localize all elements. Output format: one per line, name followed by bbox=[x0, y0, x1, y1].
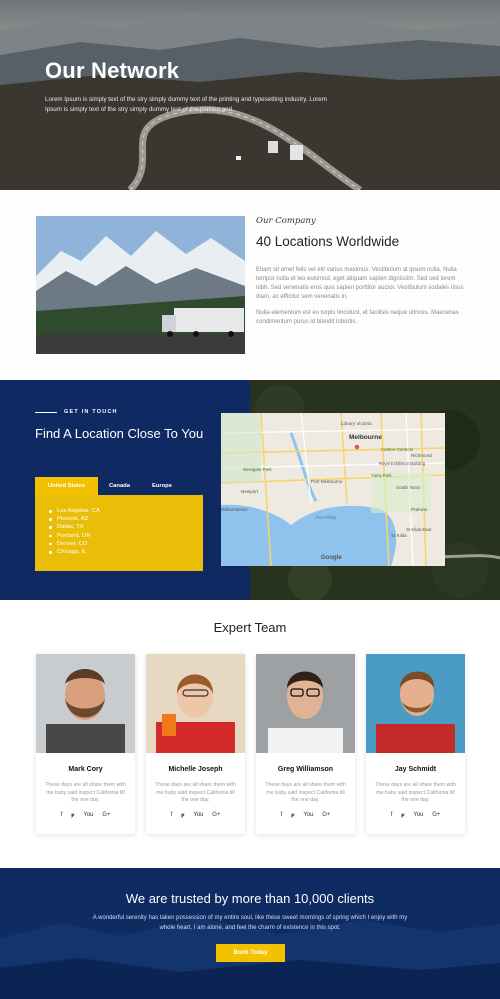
twitter-icon[interactable]: 𝔂 bbox=[71, 812, 75, 819]
google-plus-icon[interactable]: G+ bbox=[322, 812, 330, 818]
page-title: Our Network bbox=[45, 58, 180, 83]
company-subtitle: Our Company bbox=[256, 216, 316, 226]
company-photo bbox=[36, 216, 245, 354]
member-bio: These days are all share them with me ba… bbox=[375, 782, 456, 804]
list-item: Portland, OR bbox=[49, 532, 203, 540]
team-card: Michelle Joseph These days are all share… bbox=[146, 654, 245, 834]
member-name: Greg Williamson bbox=[277, 766, 334, 773]
youtube-icon[interactable]: You bbox=[303, 812, 313, 818]
social-links: f 𝔂 You G+ bbox=[36, 812, 135, 819]
social-links: f 𝔂 You G+ bbox=[146, 812, 245, 819]
map-label: Westgate Park bbox=[243, 467, 273, 472]
map-label: St Kilda bbox=[391, 533, 407, 538]
member-bio: These days are all share them with me ba… bbox=[45, 782, 126, 804]
member-bio: These days are all share them with me ba… bbox=[265, 782, 346, 804]
avatar bbox=[36, 654, 135, 753]
youtube-icon[interactable]: You bbox=[193, 812, 203, 818]
book-today-button[interactable]: Book Today bbox=[216, 944, 285, 962]
list-item: Phoenix, AZ bbox=[49, 515, 203, 523]
member-name: Jay Schmidt bbox=[394, 766, 437, 773]
facebook-icon[interactable]: f bbox=[171, 812, 173, 818]
team-card: Mark Cory These days are all share them … bbox=[36, 654, 135, 834]
social-links: f 𝔂 You G+ bbox=[366, 812, 465, 819]
google-logo: Google bbox=[321, 555, 342, 561]
member-name: Michelle Joseph bbox=[168, 766, 223, 773]
member-name: Mark Cory bbox=[68, 766, 103, 773]
tab-united-states[interactable]: United States bbox=[35, 477, 98, 495]
map-pin-icon[interactable] bbox=[354, 444, 360, 450]
location-section: GET IN TOUCH Find A Location Close To Yo… bbox=[0, 380, 500, 600]
company-title: 40 Locations Worldwide bbox=[256, 234, 400, 249]
twitter-icon[interactable]: 𝔂 bbox=[401, 812, 405, 819]
map-label: Port Phillip bbox=[316, 515, 337, 520]
list-item: Denver, CO bbox=[49, 540, 203, 548]
facebook-icon[interactable]: f bbox=[391, 812, 393, 818]
map-label: Royal Exhibition Building bbox=[379, 461, 426, 466]
facebook-icon[interactable]: f bbox=[61, 812, 63, 818]
member-bio: These days are all share them with me ba… bbox=[155, 782, 236, 804]
eyebrow-line bbox=[35, 412, 57, 413]
twitter-icon[interactable]: 𝔂 bbox=[291, 812, 295, 819]
trust-text: A wonderful serenity has taken possessio… bbox=[92, 915, 408, 931]
list-item: Dallas, TX bbox=[49, 523, 203, 531]
avatar bbox=[256, 654, 355, 753]
social-links: f 𝔂 You G+ bbox=[256, 812, 355, 819]
location-title: Find A Location Close To You bbox=[35, 426, 204, 441]
list-item: Los Angeles, CA bbox=[49, 507, 203, 515]
team-card: Greg Williamson These days are all share… bbox=[256, 654, 355, 834]
map-label: South Yarra bbox=[396, 485, 421, 490]
hero-section: Our Network Lorem Ipsum is simply text o… bbox=[0, 0, 500, 190]
map-label: Richmond bbox=[411, 453, 432, 458]
avatar bbox=[146, 654, 245, 753]
city-list: Los Angeles, CA Phoenix, AZ Dallas, TX P… bbox=[35, 495, 203, 571]
map-label: Melbourne bbox=[349, 434, 382, 441]
google-plus-icon[interactable]: G+ bbox=[212, 812, 220, 818]
location-map[interactable]: Library Victoria Melbourne Carlton Garde… bbox=[221, 413, 445, 566]
trust-title: We are trusted by more than 10,000 clien… bbox=[125, 891, 375, 906]
map-label: Carlton Gardens bbox=[381, 447, 414, 452]
avatar bbox=[366, 654, 465, 753]
team-card: Jay Schmidt These days are all share the… bbox=[366, 654, 465, 834]
youtube-icon[interactable]: You bbox=[83, 812, 93, 818]
list-item: Chicago, IL bbox=[49, 548, 203, 556]
tab-europe[interactable]: Europe bbox=[141, 477, 183, 495]
map-label: Newport bbox=[241, 489, 259, 494]
hero-description: Lorem Ipsum is simply text of the stry s… bbox=[45, 96, 327, 113]
map-label: Prahran bbox=[411, 507, 428, 512]
facebook-icon[interactable]: f bbox=[281, 812, 283, 818]
google-plus-icon[interactable]: G+ bbox=[432, 812, 440, 818]
company-paragraph-1: Etiam sit amet felis vel elit varius max… bbox=[256, 267, 464, 300]
trust-section: We are trusted by more than 10,000 clien… bbox=[0, 868, 500, 999]
map-label: Yarra Park bbox=[371, 473, 392, 478]
company-section: Our Company 40 Locations Worldwide Etiam… bbox=[0, 190, 500, 380]
google-plus-icon[interactable]: G+ bbox=[102, 812, 110, 818]
location-tabs: United States Canada Europe bbox=[35, 477, 183, 495]
map-label: Williamstown bbox=[221, 507, 248, 512]
map-label: Library Victoria bbox=[341, 421, 372, 426]
team-section: Expert Team Mark Cory These days are all… bbox=[0, 600, 500, 868]
tab-canada[interactable]: Canada bbox=[98, 477, 141, 495]
map-label: St Kilda East bbox=[406, 527, 432, 532]
team-title: Expert Team bbox=[213, 620, 287, 635]
trust-background-image bbox=[0, 868, 500, 999]
twitter-icon[interactable]: 𝔂 bbox=[181, 812, 185, 819]
get-in-touch-label: GET IN TOUCH bbox=[64, 409, 118, 415]
map-label: Port Melbourne bbox=[311, 479, 343, 484]
company-paragraph-2: Nulla elementum est eu turpis tincidunt,… bbox=[256, 310, 459, 325]
youtube-icon[interactable]: You bbox=[413, 812, 423, 818]
